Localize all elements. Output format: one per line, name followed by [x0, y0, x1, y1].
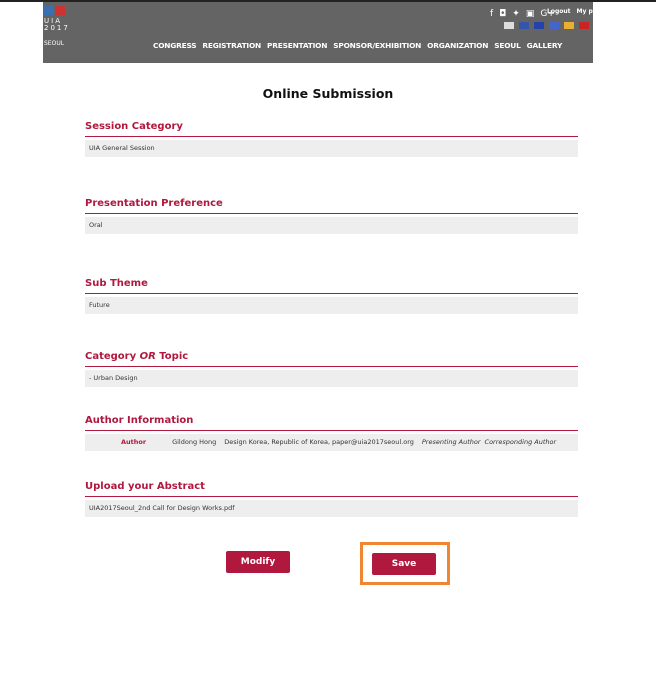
nav-organization[interactable]: ORGANIZATION — [427, 41, 488, 50]
session-category-value: UIA General Session — [85, 140, 578, 157]
session-category-section: Session Category UIA General Session — [85, 120, 578, 157]
nav-sponsor-exhibition[interactable]: SPONSOR/EXHIBITION — [333, 41, 421, 50]
account-links: Logout My page — [547, 8, 605, 15]
language-flags — [504, 22, 604, 29]
spain-flag-icon[interactable] — [564, 22, 574, 29]
logout-link[interactable]: Logout — [547, 8, 571, 15]
instagram-icon[interactable]: ◘ — [499, 9, 506, 19]
author-row: Author Gildong Hong Design Korea, Republ… — [85, 434, 578, 451]
section-heading: Session Category — [85, 120, 578, 137]
heading-part: Category — [85, 351, 140, 362]
sub-theme-value: Future — [85, 297, 578, 314]
author-email: paper@uia2017seoul.org — [332, 438, 414, 446]
logo-subtext: SEOUL — [44, 40, 65, 47]
logo-flag-icon — [55, 6, 65, 15]
upload-abstract-section: Upload your Abstract UIA2017Seoul_2nd Ca… — [85, 480, 578, 517]
twitter-icon[interactable]: ✦ — [512, 9, 520, 19]
facebook-icon[interactable]: f — [490, 9, 493, 19]
presentation-preference-value: Oral — [85, 217, 578, 234]
author-role-presenting: Presenting Author — [421, 438, 481, 446]
nav-gallery[interactable]: GALLERY — [527, 41, 563, 50]
uia-logo[interactable]: UIA 2017 SEOUL — [44, 6, 74, 58]
section-heading: Presentation Preference — [85, 197, 578, 214]
presentation-preference-section: Presentation Preference Oral — [85, 197, 578, 234]
section-heading: Category OR Topic — [85, 350, 578, 367]
nav-registration[interactable]: REGISTRATION — [202, 41, 261, 50]
social-links: f ◘ ✦ ▣ G+ — [490, 8, 555, 20]
usa-flag-icon[interactable] — [519, 22, 529, 29]
japan-flag-icon[interactable] — [594, 22, 604, 29]
section-heading: Author Information — [85, 414, 578, 431]
author-name: Gildong Hong — [172, 438, 217, 446]
category-topic-value: - Urban Design — [85, 370, 578, 387]
logo-flag-icon — [44, 6, 54, 15]
heading-part: Topic — [155, 351, 189, 362]
nav-presentation[interactable]: PRESENTATION — [267, 41, 327, 50]
sub-theme-section: Sub Theme Future — [85, 277, 578, 314]
my-page-link[interactable]: My page — [577, 8, 606, 15]
page-title: Online Submission — [262, 86, 394, 101]
author-label: Author — [121, 438, 147, 446]
author-information-section: Author Information Author Gildong Hong D… — [85, 414, 578, 451]
save-highlight-box — [360, 542, 450, 585]
main-nav: CONGRESS REGISTRATION PRESENTATION SPONS… — [153, 41, 562, 50]
china-flag-icon[interactable] — [579, 22, 589, 29]
nav-congress[interactable]: CONGRESS — [153, 41, 197, 50]
nav-seoul[interactable]: SEOUL — [494, 41, 521, 50]
category-topic-section: Category OR Topic - Urban Design — [85, 350, 578, 387]
section-heading: Upload your Abstract — [85, 480, 578, 497]
korea-flag-icon[interactable] — [504, 22, 514, 29]
france-flag-icon[interactable] — [534, 22, 544, 29]
modify-button[interactable]: Modify — [226, 551, 290, 573]
russia-flag-icon[interactable] — [549, 22, 559, 29]
youtube-icon[interactable]: ▣ — [526, 9, 535, 19]
author-affiliation: Design Korea, Republic of Korea, — [224, 438, 331, 446]
author-role-corresponding: Corresponding Author — [484, 438, 557, 446]
section-heading: Sub Theme — [85, 277, 578, 294]
heading-or: OR — [139, 351, 156, 362]
logo-text: UIA 2017 — [44, 17, 70, 32]
abstract-file-value[interactable]: UIA2017Seoul_2nd Call for Design Works.p… — [85, 500, 578, 517]
